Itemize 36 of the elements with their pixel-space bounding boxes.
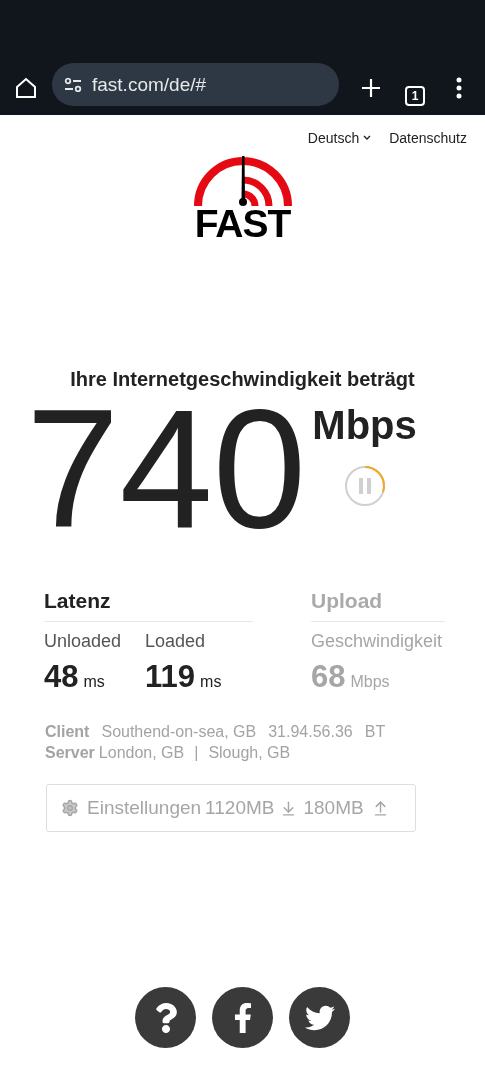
chevron-down-icon[interactable]: [363, 135, 372, 141]
tab-count-button[interactable]: 1: [405, 86, 425, 106]
metric-unit: ms: [200, 673, 222, 691]
separator: |: [194, 743, 199, 763]
metric-unit: Mbps: [350, 673, 390, 691]
metric-value: 119: [145, 659, 196, 695]
facebook-button[interactable]: [212, 987, 273, 1048]
section-title: Upload: [311, 589, 445, 622]
server-location: Slough, GB: [208, 743, 291, 763]
metric-label: Loaded: [145, 631, 207, 652]
server-label: Server: [45, 743, 95, 763]
client-location: Southend-on-sea, GB: [101, 722, 257, 742]
help-button[interactable]: [135, 987, 196, 1048]
language-dropdown[interactable]: Deutsch: [307, 130, 372, 146]
menu-icon[interactable]: [456, 77, 462, 99]
settings-icon: [61, 799, 79, 817]
server-location: London, GB: [98, 743, 185, 763]
speed-value: 740: [26, 389, 307, 549]
twitter-button[interactable]: [289, 987, 350, 1048]
privacy-link[interactable]: Datenschutz: [389, 130, 467, 146]
metric-value: 48: [44, 659, 79, 695]
metric-label: Unloaded: [44, 631, 122, 652]
site-settings-icon[interactable]: [64, 77, 82, 92]
speed-unit: Mbps: [312, 403, 417, 448]
logo-text: FAST: [194, 208, 291, 240]
home-icon[interactable]: [14, 76, 38, 100]
metric-unit: ms: [83, 673, 105, 691]
address-bar[interactable]: fast.com/de/#: [52, 63, 339, 106]
metric-value: 68: [311, 659, 346, 695]
section-title: Latenz: [44, 589, 253, 622]
client-label: Client: [45, 722, 90, 742]
plus-icon[interactable]: [360, 77, 382, 99]
client-isp: BT: [364, 722, 386, 742]
speed-heading: Ihre Internetgeschwindigkeit beträgt: [69, 368, 416, 391]
metric-label: Geschwindigkeit: [311, 631, 443, 652]
client-ip: 31.94.56.36: [268, 722, 353, 742]
